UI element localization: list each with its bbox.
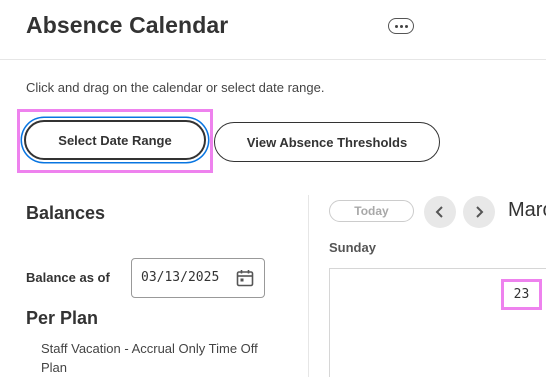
select-date-range-button[interactable]: Select Date Range (24, 120, 206, 160)
page-header: Absence Calendar (0, 0, 546, 60)
instructions-text: Click and drag on the calendar or select… (26, 80, 325, 95)
weekday-header-sunday: Sunday (329, 240, 376, 255)
previous-month-button[interactable] (424, 196, 456, 228)
more-horizontal-icon-dot (404, 24, 408, 28)
balance-date-value[interactable]: 03/13/2025 (141, 270, 219, 285)
more-actions-button[interactable] (388, 18, 414, 34)
plan-name: Staff Vacation - Accrual Only Time Off P… (41, 341, 258, 375)
calendar-icon[interactable] (235, 268, 255, 288)
next-month-button[interactable] (463, 196, 495, 228)
chevron-left-icon (435, 206, 443, 218)
per-plan-heading: Per Plan (26, 308, 99, 328)
chevron-right-icon (476, 206, 484, 218)
balance-date-input[interactable]: 03/13/2025 (131, 258, 265, 298)
page-title: Absence Calendar (26, 12, 229, 38)
more-horizontal-icon-dot (399, 24, 403, 28)
balance-as-of-label: Balance as of (26, 270, 110, 285)
view-absence-thresholds-button[interactable]: View Absence Thresholds (214, 122, 440, 162)
calendar-day-number[interactable]: 23 (504, 282, 539, 307)
more-horizontal-icon (394, 24, 398, 28)
today-button[interactable]: Today (329, 200, 414, 222)
month-label: Marc (508, 199, 546, 221)
balances-heading: Balances (26, 203, 106, 223)
panel-divider (308, 195, 309, 377)
